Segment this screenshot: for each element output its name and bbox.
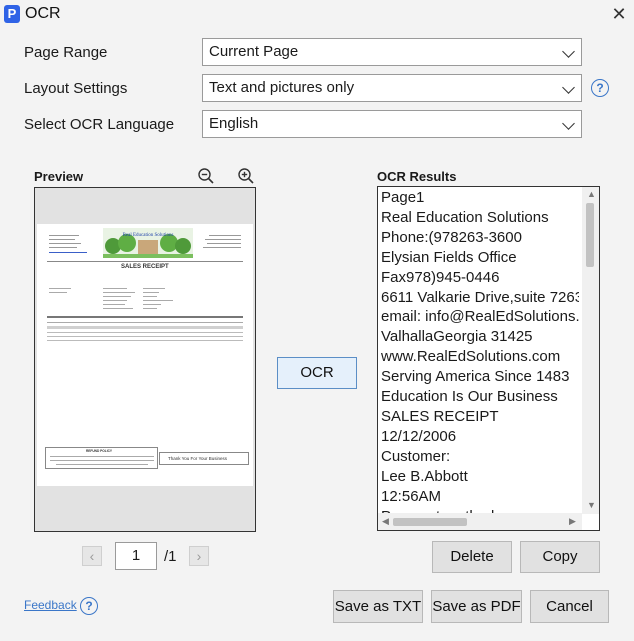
- thanks-text: Thank You For Your Business: [168, 456, 228, 461]
- ocr-result-line: Page1: [381, 189, 425, 206]
- help-icon[interactable]: ?: [80, 597, 98, 615]
- page-range-select[interactable]: Current Page: [202, 38, 582, 66]
- logo-text: Real Education Solutions: [123, 233, 174, 238]
- ocr-language-value: English: [209, 115, 259, 132]
- ocr-result-line: Fax978)945-0446: [381, 268, 500, 286]
- ocr-results-title: OCR Results: [377, 169, 457, 184]
- ocr-result-line: SALES RECEIPT: [381, 407, 499, 425]
- page-total: /1: [164, 548, 177, 565]
- scroll-right-icon[interactable]: ▶: [569, 516, 576, 527]
- scroll-down-icon[interactable]: ▼: [587, 500, 596, 510]
- scroll-up-icon[interactable]: ▲: [587, 189, 596, 199]
- chevron-down-icon: [562, 45, 575, 58]
- scroll-left-icon[interactable]: ◀: [382, 516, 389, 527]
- ocr-result-line: Lee B.Abbott: [381, 467, 468, 485]
- ocr-result-line: 12:56AM: [381, 487, 442, 505]
- refund-policy-box: REFUND POLICY: [45, 447, 158, 469]
- next-page-button[interactable]: ›: [189, 546, 209, 566]
- horizontal-scrollbar[interactable]: ◀ ▶: [378, 513, 582, 530]
- horizontal-scroll-thumb[interactable]: [393, 518, 467, 526]
- ocr-result-line: email: info@RealEdSolutions.co: [381, 308, 579, 326]
- refund-policy-title: REFUND POLICY: [86, 449, 113, 453]
- page-range-value: Current Page: [209, 43, 299, 60]
- vertical-scroll-thumb[interactable]: [586, 203, 594, 267]
- zoom-out-icon[interactable]: [197, 167, 215, 185]
- ocr-language-label: Select OCR Language: [24, 116, 175, 133]
- prev-page-button[interactable]: ‹: [82, 546, 102, 566]
- zoom-in-icon[interactable]: [237, 167, 255, 185]
- ocr-result-line: Phone:(978263-3600: [381, 228, 522, 246]
- ocr-result-line: ValhallaGeorgia 31425: [381, 328, 533, 346]
- page-number-input[interactable]: 1: [115, 542, 157, 570]
- cancel-button[interactable]: Cancel: [530, 590, 609, 623]
- chevron-down-icon: [562, 81, 575, 94]
- ocr-result-line: Customer:: [381, 447, 451, 465]
- ocr-result-line: 6611 Valkarie Drive,suite 7263: [381, 288, 579, 306]
- company-logo: Real Education Solutions: [103, 228, 193, 258]
- chevron-down-icon: [562, 117, 575, 130]
- preview-pane[interactable]: Real Education Solutions SALES RECEIPT R…: [34, 187, 256, 532]
- preview-title: Preview: [34, 169, 84, 184]
- preview-page-thumbnail: Real Education Solutions SALES RECEIPT R…: [37, 224, 253, 486]
- layout-settings-label: Layout Settings: [24, 80, 128, 97]
- receipt-heading: SALES RECEIPT: [121, 264, 169, 270]
- close-button[interactable]: ✕: [608, 4, 630, 24]
- ocr-result-line: Real Education Solutions: [381, 208, 549, 226]
- app-icon: P: [4, 5, 20, 23]
- vertical-scrollbar[interactable]: ▲ ▼: [582, 187, 599, 514]
- thanks-box: Thank You For Your Business: [159, 452, 249, 465]
- ocr-result-line: Education Is Our Business: [381, 388, 558, 406]
- ocr-result-line: Serving America Since 1483: [381, 368, 570, 386]
- window-title: OCR: [25, 5, 61, 22]
- copy-button[interactable]: Copy: [520, 541, 600, 573]
- ocr-button[interactable]: OCR: [277, 357, 357, 389]
- ocr-language-select[interactable]: English: [202, 110, 582, 138]
- layout-settings-select[interactable]: Text and pictures only: [202, 74, 582, 102]
- save-as-pdf-button[interactable]: Save as PDF: [431, 590, 522, 623]
- delete-button[interactable]: Delete: [432, 541, 512, 573]
- ocr-results-textarea[interactable]: Page1 Real Education Solutions Phone:(9782…: [377, 186, 600, 531]
- ocr-result-line: www.RealEdSolutions.com: [381, 348, 561, 366]
- help-icon[interactable]: ?: [591, 79, 609, 97]
- ocr-result-line: 12/12/2006: [381, 427, 457, 445]
- ocr-result-line: Elysian Fields Office: [381, 248, 517, 266]
- save-as-txt-button[interactable]: Save as TXT: [333, 590, 423, 623]
- ocr-results-text: Page1 Real Education Solutions Phone:(9782…: [381, 188, 579, 526]
- page-range-label: Page Range: [24, 44, 108, 61]
- feedback-link[interactable]: Feedback: [24, 598, 77, 612]
- title-bar: P OCR ✕: [0, 0, 634, 28]
- layout-settings-value: Text and pictures only: [209, 79, 355, 96]
